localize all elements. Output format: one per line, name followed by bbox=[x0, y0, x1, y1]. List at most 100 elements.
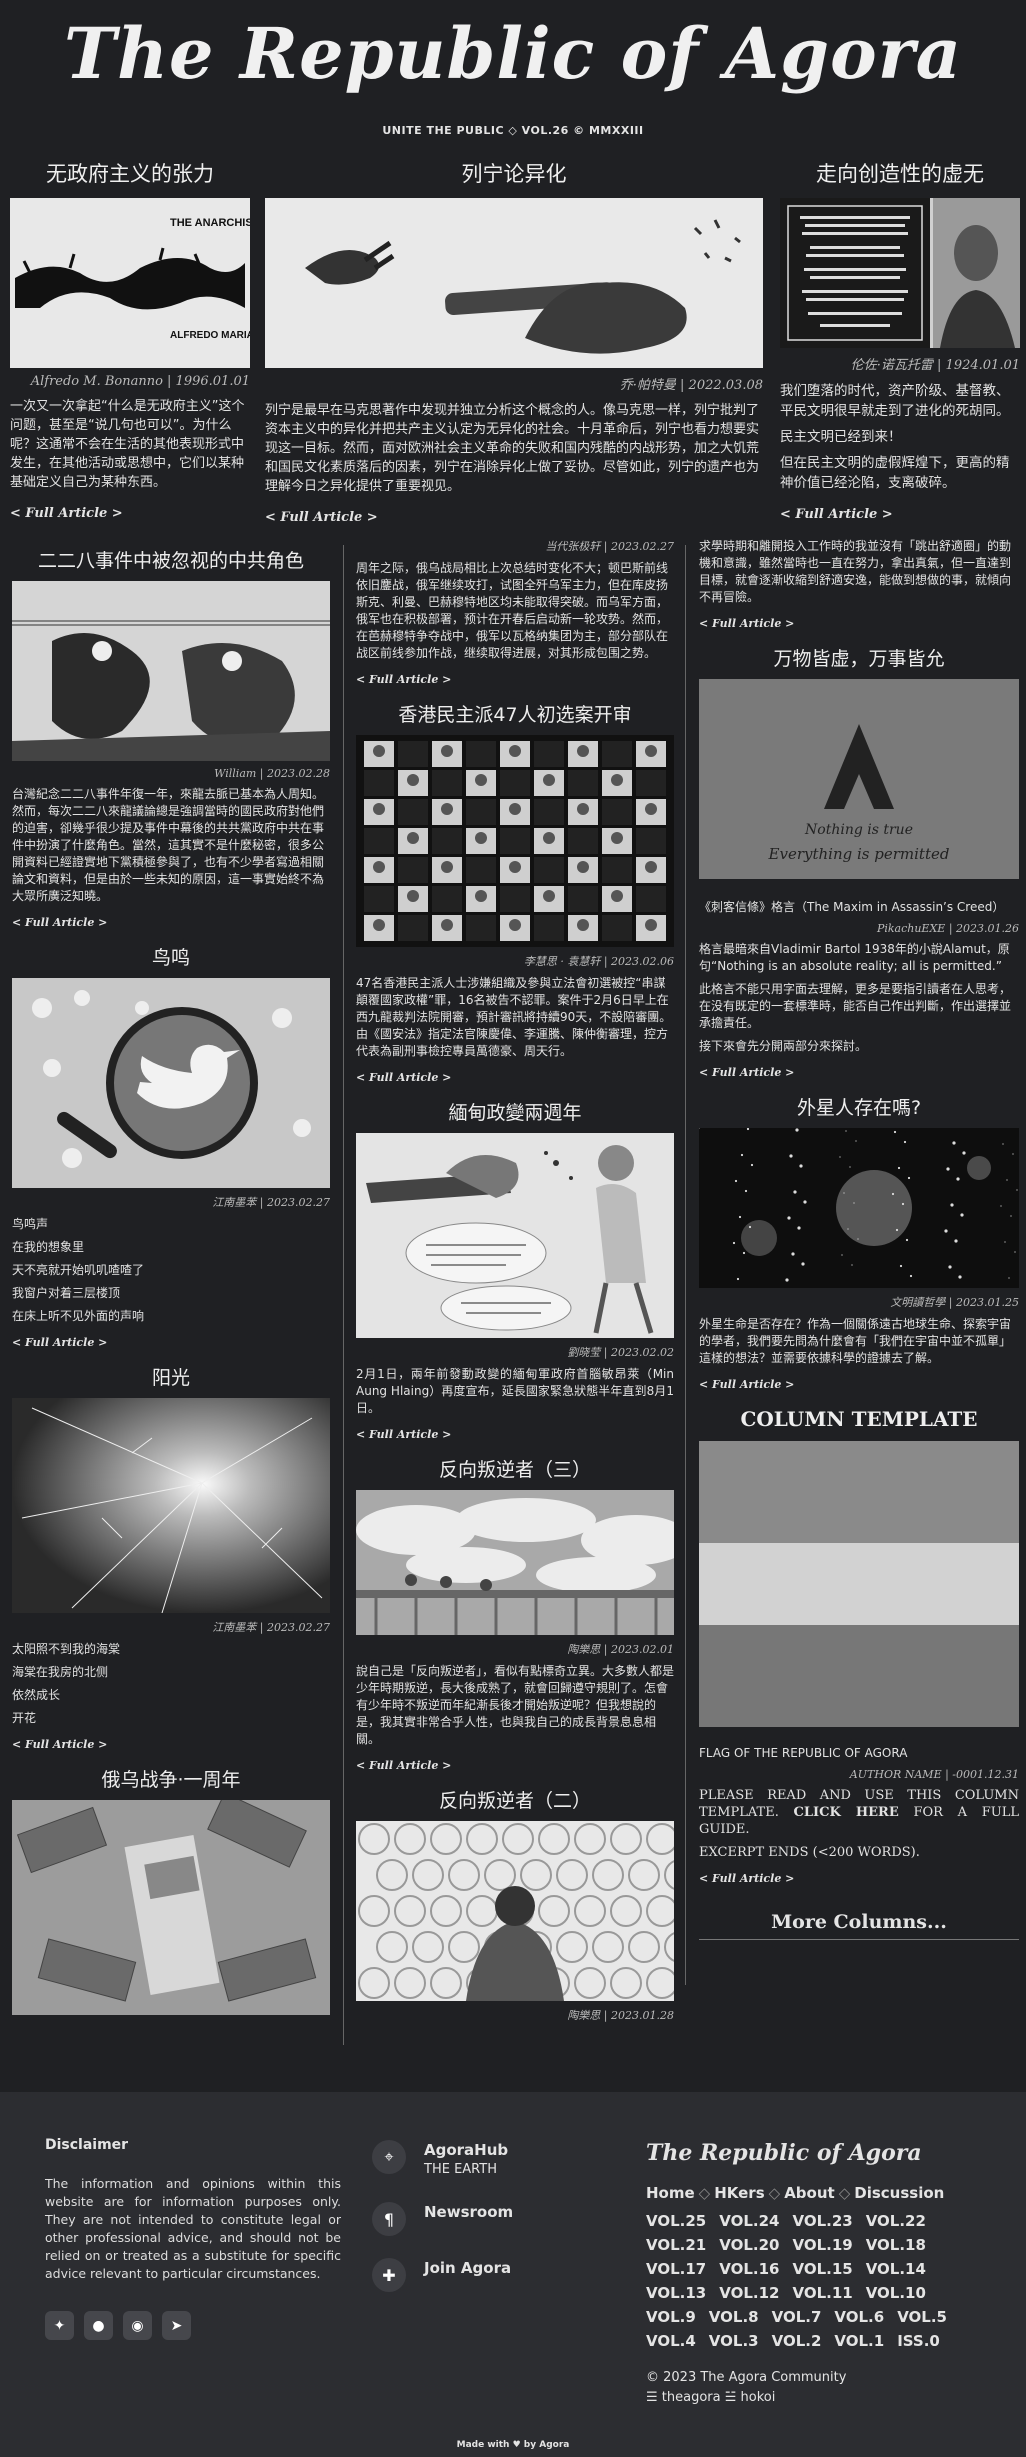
volume-link[interactable]: VOL.11 bbox=[792, 2284, 852, 2302]
article-excerpt: 周年之际，俄乌战局相比上次总结时变化不大；顿巴斯前线依旧鏖战，俄军继续攻打，试图… bbox=[356, 561, 669, 660]
article-excerpt: 求學時期和離開投入工作時的我並沒有「跳出舒適圈」的動機和意識，雖然當時也一直在努… bbox=[699, 539, 1012, 604]
volume-link[interactable]: VOL.13 bbox=[646, 2284, 706, 2302]
full-article-link[interactable]: < Full Article > bbox=[780, 507, 893, 522]
feature-title[interactable]: 无政府主义的张力 bbox=[10, 158, 250, 188]
article-myanmar-coup: 緬甸政變兩週年 劉晓莹 | 2023.02.02 2月1日，兩年前發動政變的緬甸… bbox=[356, 1098, 674, 1447]
twitter-icon[interactable]: ✦ bbox=[45, 2311, 74, 2340]
footer-link-join[interactable]: ✚ Join Agora bbox=[372, 2258, 513, 2292]
article-title[interactable]: 俄乌战争·一周年 bbox=[12, 1765, 330, 1792]
article-meta: 劉晓莹 | 2023.02.02 bbox=[567, 1346, 674, 1359]
full-article-link[interactable]: < Full Article > bbox=[699, 1872, 794, 1885]
article-reverse-rebel-2: 反向叛逆者（二） 陶樂思 | 2023.01.28 bbox=[356, 1786, 674, 2023]
footer-brand-title[interactable]: The Republic of Agora bbox=[646, 2140, 986, 2166]
full-article-link[interactable]: < Full Article > bbox=[12, 1738, 107, 1751]
full-article-link[interactable]: < Full Article > bbox=[699, 617, 794, 630]
full-article-link[interactable]: < Full Article > bbox=[356, 673, 451, 686]
article-title[interactable]: 二二八事件中被忽视的中共角色 bbox=[12, 546, 330, 573]
article-title[interactable]: 万物皆虚，万事皆允 bbox=[699, 644, 1019, 671]
article-excerpt: 說自己是「反向叛逆者」，看似有點標奇立異。大多數人都是少年時期叛逆，長大後成熟了… bbox=[356, 1664, 675, 1746]
woodcut-image[interactable] bbox=[12, 581, 330, 761]
article-title[interactable]: 反向叛逆者（二） bbox=[356, 1786, 674, 1813]
volume-link[interactable]: VOL.16 bbox=[719, 2260, 779, 2278]
full-article-link[interactable]: < Full Article > bbox=[699, 1378, 794, 1391]
book-cover-image[interactable]: THE ANARCHIST TENSION ALFREDO MARIA BONA… bbox=[10, 198, 250, 368]
nav-home[interactable]: Home bbox=[646, 2184, 695, 2202]
template-guide-link[interactable]: CLICK HERE bbox=[794, 1805, 899, 1820]
column-left: 二二八事件中被忽视的中共角色 William | 2023.02.28 台灣紀念… bbox=[12, 538, 330, 2015]
full-article-link[interactable]: < Full Article > bbox=[356, 1759, 451, 1772]
volume-link[interactable]: VOL.1 bbox=[834, 2332, 884, 2350]
more-columns-link[interactable]: More Columns... bbox=[699, 1911, 1019, 1940]
feature-title[interactable]: 列宁论异化 bbox=[265, 158, 763, 188]
nav-discussion[interactable]: Discussion bbox=[854, 2184, 944, 2202]
volume-link[interactable]: VOL.19 bbox=[792, 2236, 852, 2254]
volume-link[interactable]: VOL.9 bbox=[646, 2308, 696, 2326]
comic-illustration-image[interactable] bbox=[356, 1133, 674, 1338]
full-article-link[interactable]: < Full Article > bbox=[356, 1071, 451, 1084]
volume-link[interactable]: VOL.3 bbox=[709, 2332, 759, 2350]
article-meta: Alfredo M. Bonanno | 1996.01.01 bbox=[30, 374, 250, 389]
article-title[interactable]: 阳光 bbox=[12, 1363, 330, 1390]
footer-link-agorahub[interactable]: ⌖ AgoraHub THE EARTH bbox=[372, 2140, 513, 2180]
defendants-grid-image[interactable] bbox=[356, 735, 674, 947]
article-title[interactable]: COLUMN TEMPLATE bbox=[699, 1407, 1019, 1431]
volume-link[interactable]: VOL.10 bbox=[866, 2284, 926, 2302]
balcony-clouds-image[interactable] bbox=[356, 1490, 674, 1635]
volume-link[interactable]: VOL.8 bbox=[709, 2308, 759, 2326]
full-article-link[interactable]: < Full Article > bbox=[356, 1428, 451, 1441]
volume-link[interactable]: VOL.17 bbox=[646, 2260, 706, 2278]
volume-link[interactable]: VOL.12 bbox=[719, 2284, 779, 2302]
volume-link[interactable]: ISS.0 bbox=[897, 2332, 940, 2350]
full-article-link[interactable]: < Full Article > bbox=[699, 1066, 794, 1079]
agora-flag-image[interactable] bbox=[699, 1441, 1019, 1727]
article-title[interactable]: 香港民主派47人初选案开审 bbox=[356, 700, 674, 727]
volume-link[interactable]: VOL.6 bbox=[834, 2308, 884, 2326]
article-meta: 当代张极轩 | 2023.02.27 bbox=[545, 540, 674, 553]
volume-link[interactable]: VOL.2 bbox=[772, 2332, 822, 2350]
twitter-magnifier-image[interactable] bbox=[12, 978, 330, 1188]
full-article-link[interactable]: < Full Article > bbox=[10, 506, 123, 521]
volume-link[interactable]: VOL.15 bbox=[792, 2260, 852, 2278]
full-article-link[interactable]: < Full Article > bbox=[12, 1336, 107, 1349]
article-title[interactable]: 緬甸政變兩週年 bbox=[356, 1098, 674, 1125]
nav-hkers[interactable]: HKers bbox=[714, 2184, 764, 2202]
volume-link[interactable]: VOL.24 bbox=[719, 2212, 779, 2230]
social-links: ✦ ● ◉ ➤ bbox=[45, 2311, 341, 2340]
volume-link[interactable]: VOL.5 bbox=[897, 2308, 947, 2326]
volume-link[interactable]: VOL.7 bbox=[772, 2308, 822, 2326]
article-meta: 江南墨苯 | 2023.02.27 bbox=[212, 1621, 330, 1634]
banknotes-image[interactable] bbox=[12, 1800, 330, 2015]
article-meta: AUTHOR NAME | -0001.12.31 bbox=[849, 1768, 1019, 1781]
volume-link[interactable]: VOL.4 bbox=[646, 2332, 696, 2350]
telegram-icon[interactable]: ➤ bbox=[162, 2311, 191, 2340]
article-excerpt: 太阳照不到我的海棠 海棠在我房的北侧 依然成长 开花 bbox=[12, 1642, 121, 1725]
github-icon[interactable]: ● bbox=[84, 2311, 113, 2340]
full-article-link[interactable]: < Full Article > bbox=[12, 916, 107, 929]
hands-image[interactable] bbox=[265, 198, 763, 368]
article-excerpt: 外星生命是否存在？作為一個關係遠古地球生命、探索宇宙的學者，我們要先問為什麼會有… bbox=[699, 1317, 1012, 1365]
flower-pattern-image[interactable] bbox=[356, 1821, 674, 2001]
article-title[interactable]: 鸟鸣 bbox=[12, 943, 330, 970]
volume-link[interactable]: VOL.20 bbox=[719, 2236, 779, 2254]
column-divider bbox=[343, 545, 344, 2045]
volume-link[interactable]: VOL.18 bbox=[866, 2236, 926, 2254]
article-sunlight: 阳光 江南墨苯 | 2023.02.27 太阳照不到我的海棠 海棠在我房的北侧 依然… bbox=[12, 1363, 330, 1757]
feature-title[interactable]: 走向创造性的虚无 bbox=[780, 158, 1020, 188]
volume-link[interactable]: VOL.22 bbox=[866, 2212, 926, 2230]
full-article-link[interactable]: < Full Article > bbox=[265, 510, 378, 525]
volume-link[interactable]: VOL.23 bbox=[792, 2212, 852, 2230]
site-title[interactable]: The Republic of Agora bbox=[0, 14, 1026, 94]
volume-link[interactable]: VOL.25 bbox=[646, 2212, 706, 2230]
volume-link[interactable]: VOL.21 bbox=[646, 2236, 706, 2254]
assassins-creed-image[interactable]: Nothing is true Everything is permitted bbox=[699, 679, 1019, 879]
renzo-novatore-image[interactable] bbox=[780, 198, 1020, 348]
footer-link-newsroom[interactable]: ¶ Newsroom bbox=[372, 2202, 513, 2236]
cracked-glass-sky-image[interactable] bbox=[12, 1398, 330, 1613]
nav-about[interactable]: About bbox=[784, 2184, 835, 2202]
volume-links: VOL.25 VOL.24 VOL.23 VOL.22 VOL.21 VOL.20 VOL.… bbox=[646, 2212, 986, 2350]
volume-link[interactable]: VOL.14 bbox=[866, 2260, 926, 2278]
article-title[interactable]: 反向叛逆者（三） bbox=[356, 1455, 674, 1482]
reddit-icon[interactable]: ◉ bbox=[123, 2311, 152, 2340]
article-title[interactable]: 外星人存在嗎? bbox=[699, 1093, 1019, 1120]
planets-space-image[interactable] bbox=[699, 1128, 1019, 1288]
